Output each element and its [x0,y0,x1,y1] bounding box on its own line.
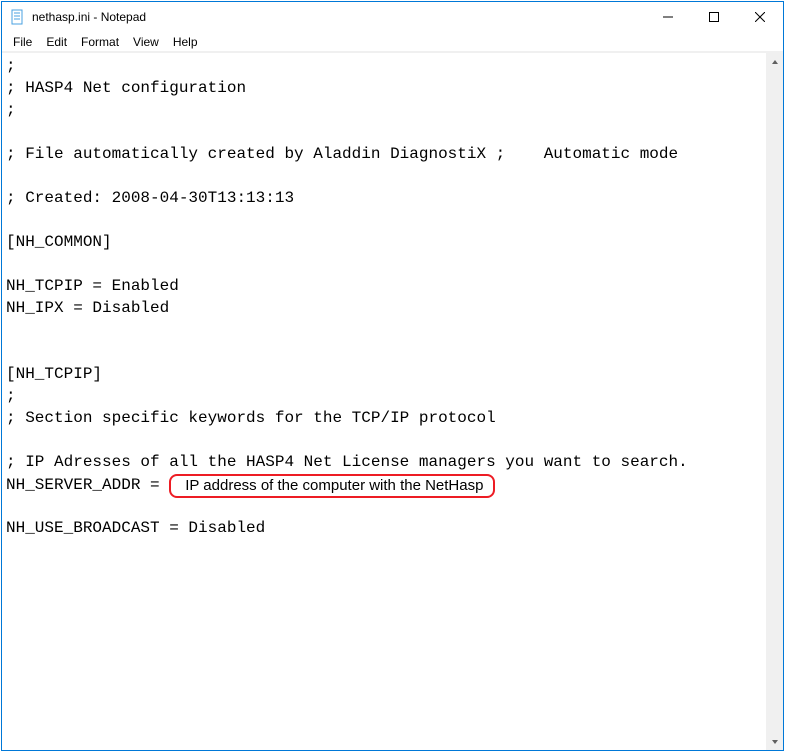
minimize-button[interactable] [645,2,691,32]
menu-edit[interactable]: Edit [39,33,74,51]
text-line: ; Created: 2008-04-30T13:13:13 [6,187,762,209]
window-controls [645,2,783,32]
text-line: ; [6,385,762,407]
text-line: NH_SERVER_ADDR = IP address of the compu… [6,473,762,495]
text-line [6,121,762,143]
scroll-down-button[interactable] [766,733,783,750]
text-line: ; IP Adresses of all the HASP4 Net Licen… [6,451,762,473]
scroll-track[interactable] [766,70,783,733]
text-line [6,253,762,275]
close-button[interactable] [737,2,783,32]
editor-area: ;; HASP4 Net configuration;; File automa… [2,52,783,750]
text-line [6,209,762,231]
text-line: ; [6,55,762,77]
highlight-annotation: IP address of the computer with the NetH… [169,474,495,498]
text-line: NH_IPX = Disabled [6,297,762,319]
text-line [6,341,762,363]
text-line [6,429,762,451]
titlebar[interactable]: nethasp.ini - Notepad [2,2,783,32]
menubar: File Edit Format View Help [2,32,783,52]
scroll-up-button[interactable] [766,53,783,70]
text-line: ; HASP4 Net configuration [6,77,762,99]
menu-view[interactable]: View [126,33,166,51]
text-line: NH_USE_BROADCAST = Disabled [6,517,762,539]
text-line: ; [6,99,762,121]
server-addr-key: NH_SERVER_ADDR = [6,476,169,494]
text-line: ; Section specific keywords for the TCP/… [6,407,762,429]
menu-help[interactable]: Help [166,33,205,51]
text-editor[interactable]: ;; HASP4 Net configuration;; File automa… [2,53,766,750]
maximize-button[interactable] [691,2,737,32]
text-line [6,319,762,341]
menu-format[interactable]: Format [74,33,126,51]
text-line [6,495,762,517]
text-line: [NH_COMMON] [6,231,762,253]
text-line: [NH_TCPIP] [6,363,762,385]
text-line: NH_TCPIP = Enabled [6,275,762,297]
menu-file[interactable]: File [6,33,39,51]
text-line: ; File automatically created by Aladdin … [6,143,762,165]
vertical-scrollbar[interactable] [766,53,783,750]
window-title: nethasp.ini - Notepad [32,10,146,24]
notepad-window: nethasp.ini - Notepad File Edit Format V… [1,1,784,751]
text-line [6,165,762,187]
notepad-icon [10,9,26,25]
